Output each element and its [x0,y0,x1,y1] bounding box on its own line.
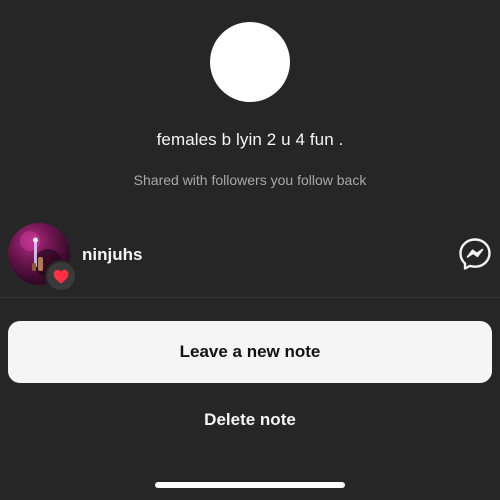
liker-username[interactable]: ninjuhs [82,245,142,265]
heart-icon [53,269,69,283]
leave-new-note-button[interactable]: Leave a new note [8,321,492,383]
note-text: females b lyin 2 u 4 fun . [156,130,344,149]
note-profile-avatar [210,22,290,102]
home-indicator[interactable] [155,482,345,488]
messenger-button[interactable] [457,236,493,272]
delete-note-button[interactable]: Delete note [8,392,492,448]
liker-row[interactable]: ninjuhs [0,220,500,292]
note-audience-label: Shared with followers you follow back [133,172,367,188]
heart-reaction-badge [45,260,77,292]
messenger-icon [459,238,491,270]
divider [0,297,500,298]
note-options-sheet: females b lyin 2 u 4 fun . Shared with f… [0,0,500,500]
